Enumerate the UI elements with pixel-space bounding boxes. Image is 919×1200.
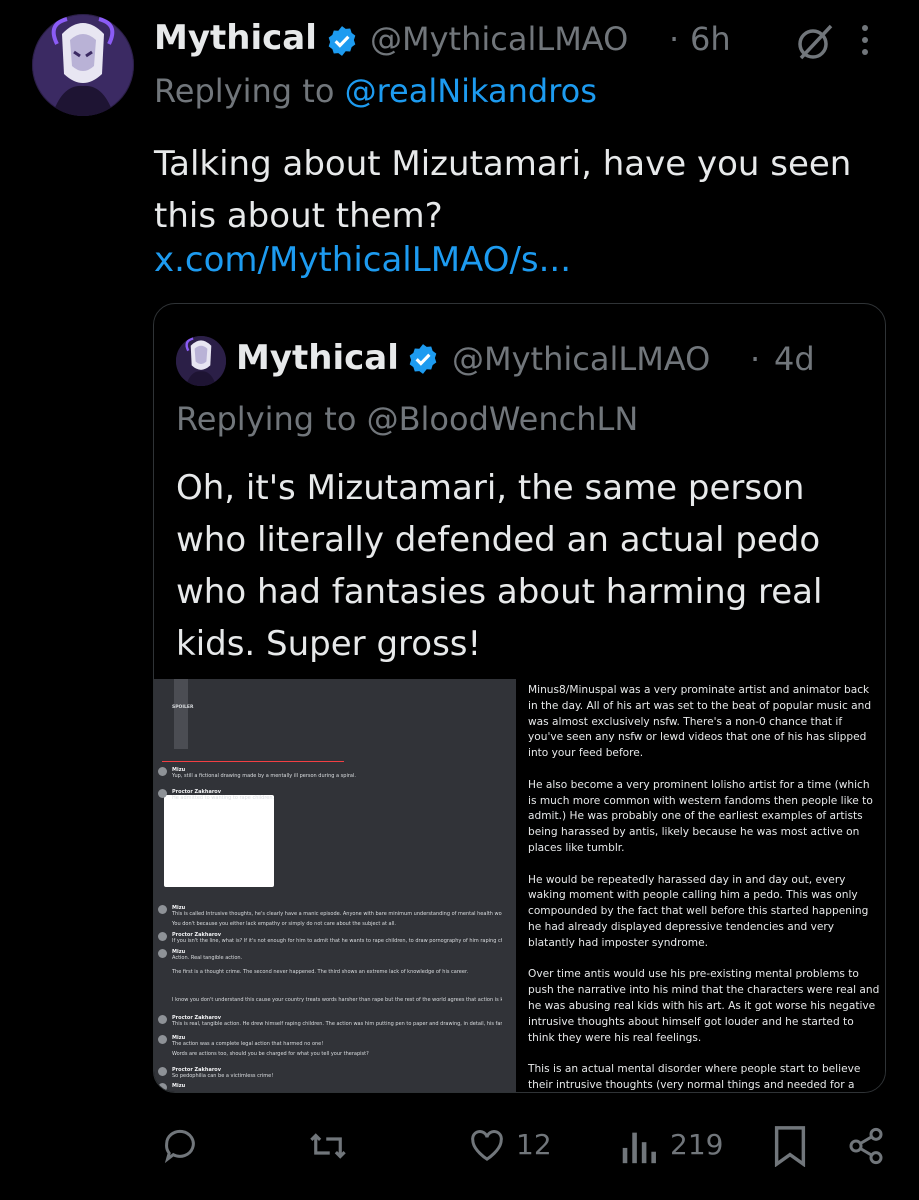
chat-avatar <box>158 789 167 798</box>
quoted-author-handle: @MythicalLMAO <box>452 340 711 378</box>
chat-message-text: This is real, tangible action. He drew h… <box>172 1021 502 1027</box>
quoted-tweet[interactable]: Mythical @MythicalLMAO · 4d Replying to … <box>153 303 886 1093</box>
reply-button[interactable] <box>160 1125 200 1169</box>
replying-to-mention[interactable]: @realNikandros <box>345 72 597 110</box>
screenshot-paragraph: He also become a very prominent lolisho … <box>528 778 873 854</box>
chat-screenshot-image[interactable]: SPOILER Mizu Yup, still a fictional drawi… <box>154 679 516 1092</box>
bookmark-icon <box>774 1126 806 1168</box>
chat-avatar <box>158 1035 167 1044</box>
quoted-author-avatar <box>176 336 226 386</box>
screenshot-paragraph: Minus8/Minuspal was a very prominate art… <box>528 684 872 760</box>
verified-badge-icon <box>325 24 359 58</box>
chat-message: I know you don't understand this cause y… <box>172 997 502 1003</box>
quoted-media[interactable]: SPOILER Mizu Yup, still a fictional drawi… <box>154 679 885 1092</box>
quoted-replying-prefix: Replying to <box>176 400 367 438</box>
screenshot-paragraph: This is an actual mental disorder where … <box>528 1063 861 1091</box>
chat-message-text: You don't because you either lack empath… <box>172 921 396 927</box>
new-messages-divider <box>162 761 344 762</box>
chat-message: Mizu The action was a complete legal acti… <box>172 1035 502 1047</box>
chat-message: Mizu Action. Real tangible action. <box>172 949 502 961</box>
chat-avatar <box>158 1083 167 1092</box>
reply-icon <box>164 1129 195 1164</box>
chat-message: Proctor Zakharov If you isn't the line, w… <box>172 932 502 944</box>
chat-message: Words are actions too, should you be cha… <box>172 1051 502 1057</box>
chat-message-text: This is called Intrusive thoughts, he's … <box>172 911 502 917</box>
author-name[interactable]: Mythical <box>154 18 317 58</box>
quoted-author-name: Mythical <box>236 338 399 378</box>
heart-icon <box>471 1130 503 1161</box>
replying-to: Replying to @realNikandros <box>154 72 597 110</box>
chat-avatar <box>158 932 167 941</box>
retweet-icon <box>310 1133 346 1159</box>
spoiler-bar <box>174 679 188 749</box>
share-button[interactable] <box>846 1125 886 1169</box>
quoted-replying-to-mention: @BloodWenchLN <box>366 400 639 438</box>
bookmark-button[interactable] <box>772 1125 808 1169</box>
chat-avatar <box>158 905 167 914</box>
separator-dot: · <box>669 20 680 58</box>
screenshot-paragraph: Over time antis would use his pre-existi… <box>528 968 880 1044</box>
tweet-timestamp[interactable]: 6h <box>690 20 731 58</box>
chat-message-text: I know you don't understand this cause y… <box>172 997 502 1003</box>
views-icon <box>622 1132 656 1164</box>
chat-message: Proctor Zakharov This is real, tangible a… <box>172 1015 502 1027</box>
screenshot-text-block: Minus8/Minuspal was a very prominate art… <box>528 683 880 1092</box>
quoted-separator-dot: · <box>750 340 761 378</box>
chat-message-text: The action was a complete legal action t… <box>172 1041 324 1047</box>
quoted-replying-to: Replying to @BloodWenchLN <box>176 400 638 438</box>
spoiler-label: SPOILER <box>172 705 194 710</box>
chat-message-text: Yup, still a fictional drawing made by a… <box>172 773 356 779</box>
chat-message-text: If you isn't the line, what is? If it's … <box>172 938 502 944</box>
author-handle[interactable]: @MythicalLMAO <box>370 20 628 58</box>
chat-message-text: Action. Real tangible action. <box>172 955 243 961</box>
chat-avatar <box>158 1067 167 1076</box>
quoted-verified-badge-icon <box>406 342 440 376</box>
quoted-timestamp: 4d <box>774 340 815 378</box>
text-screenshot-image[interactable]: Minus8/Minuspal was a very prominate art… <box>518 679 885 1092</box>
tweet-text: Talking about Mizutamari, have you seen … <box>154 144 852 236</box>
chat-message-text: The first is a thought crime. The second… <box>172 969 469 975</box>
more-options-icon[interactable] <box>858 22 872 58</box>
chat-message: Mizu Yup, still a fictional drawing made … <box>172 767 502 779</box>
chat-author: Mizu <box>172 1083 186 1089</box>
chat-message: The first is a thought crime. The second… <box>172 969 502 975</box>
chat-message: Proctor Zakharov He admitted to wanting t… <box>172 789 502 801</box>
chat-message-text: He admitted to wanting to rape children. <box>172 795 275 801</box>
chat-avatar <box>158 949 167 958</box>
chat-message: Proctor Zakharov So pedophilia can be a v… <box>172 1067 502 1079</box>
chat-message: Mizu <box>172 1083 502 1089</box>
views-count[interactable]: 219 <box>670 1128 723 1161</box>
chat-avatar <box>158 1015 167 1024</box>
replying-prefix: Replying to <box>154 72 345 110</box>
chat-message: You don't because you either lack empath… <box>172 921 502 927</box>
views-button[interactable] <box>618 1125 658 1169</box>
grok-icon[interactable] <box>795 22 835 62</box>
chat-avatar <box>158 767 167 776</box>
quoted-tweet-text: Oh, it's Mizutamari, the same person who… <box>176 468 823 664</box>
retweet-button[interactable] <box>305 1125 351 1169</box>
tweet-link[interactable]: x.com/MythicalLMAO/s... <box>154 240 571 280</box>
share-icon <box>849 1127 883 1165</box>
chat-message-text: So pedophilia can be a victimless crime! <box>172 1073 274 1079</box>
chat-message-text: Words are actions too, should you be cha… <box>172 1051 369 1057</box>
chat-message: Mizu This is called Intrusive thoughts, h… <box>172 905 502 917</box>
screenshot-paragraph: He would be repeatedly harassed day in a… <box>528 873 869 949</box>
embedded-screenshot <box>164 795 274 887</box>
like-count[interactable]: 12 <box>516 1128 552 1161</box>
author-avatar[interactable] <box>32 14 134 116</box>
like-button[interactable] <box>466 1125 508 1169</box>
